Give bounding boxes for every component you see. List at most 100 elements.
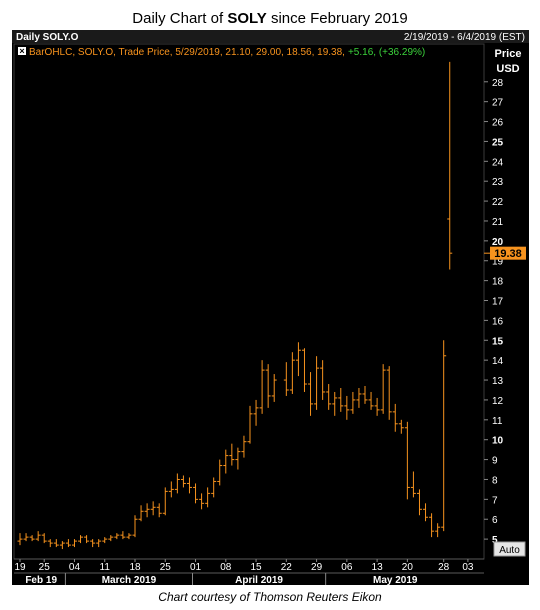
ohlc-bar [392,403,398,432]
ohlc-bar [47,539,53,548]
x-tick-label: 01 [190,562,202,573]
y-tick-label: 23 [492,177,504,188]
y-tick-label: 25 [492,137,504,148]
auto-button-label: Auto [499,545,520,556]
y-tick-label: 16 [492,316,504,327]
ohlc-bar [162,487,168,516]
y-tick-label: 10 [492,436,504,447]
ohlc-bar [71,539,77,548]
month-label: March 2019 [102,575,157,585]
ohlc-bar [168,481,174,498]
y-tick-label: 28 [492,78,504,89]
y-tick-label: 21 [492,217,504,228]
x-tick-label: 13 [372,562,384,573]
last-price-label: 19.38 [494,248,522,260]
x-tick-label: 19 [14,562,26,573]
x-tick-label: 04 [69,562,81,573]
ohlc-bar [186,477,192,494]
panel-name: Daily SOLY.O [16,32,79,43]
ohlc-bar [416,489,422,516]
ohlc-bar [223,449,229,474]
date-range: 2/19/2019 - 6/4/2019 (EST) [404,32,525,43]
legend-change: +5.16, (+36.29%) [348,47,425,58]
ohlc-bar [410,471,416,498]
ohlc-bar [386,366,392,420]
month-label: April 2019 [235,575,283,585]
ohlc-bar [96,539,102,548]
chart-credit: Chart courtesy of Thomson Reuters Eikon [158,590,382,604]
ohlc-bar [247,405,253,444]
x-tick-label: 03 [462,562,474,573]
ohlc-bar [350,391,356,414]
chart-panel: Daily SOLY.O 2/19/2019 - 6/4/2019 (EST) … [12,30,529,585]
axis-title-usd: USD [496,63,519,75]
ohlc-bar [126,533,132,540]
title-suffix: since February 2019 [266,10,408,27]
y-tick-label: 7 [492,495,498,506]
ohlc-bar [429,513,435,538]
ohlc-bar [41,533,47,544]
x-tick-label: 25 [39,562,51,573]
ohlc-bar [404,421,410,500]
ohlc-bar [441,340,447,532]
price-chart: Daily SOLY.O 2/19/2019 - 6/4/2019 (EST) … [12,30,529,585]
ohlc-bar [314,356,320,410]
ohlc-bar [271,374,277,402]
x-tick-label: 06 [341,562,353,573]
x-tick-label: 18 [129,562,141,573]
y-tick-label: 18 [492,277,504,288]
ohlc-bar [84,535,90,544]
ohlc-bar [301,348,307,392]
ohlc-bar [180,475,186,488]
ohlc-bar [259,360,265,414]
legend-close-glyph: × [19,46,24,56]
ohlc-bar [368,391,374,410]
ohlc-bar [344,395,350,420]
x-tick-label: 28 [438,562,450,573]
ohlc-bar [156,503,162,518]
title-ticker: SOLY [227,10,267,27]
ohlc-bar [241,435,247,458]
ohlc-bar [217,459,223,486]
ohlc-bar [229,443,235,466]
axis-title-price: Price [495,48,522,60]
ohlc-bar [193,483,199,504]
y-tick-label: 24 [492,157,504,168]
y-tick-label: 11 [492,416,503,427]
ohlc-bar [289,352,295,394]
y-tick-label: 20 [492,237,504,248]
y-tick-label: 13 [492,376,504,387]
ohlc-bar [362,386,368,404]
ohlc-bar [265,364,271,408]
ohlc-bar [144,503,150,518]
month-label: Feb 19 [25,575,57,585]
x-axis: 19 25 04 11 18 25 01 08 15 22 29 06 13 20 28 03 [14,559,474,573]
ohlc-bar [435,523,441,538]
ohlc-bar [338,387,344,412]
y-axis: 5678910111213141516171819202122232425262… [484,78,504,546]
ohlc-bar [380,364,386,414]
ohlc-bar [356,387,362,408]
ohlc-bar [398,419,404,434]
ohlc-bar [35,531,41,542]
x-tick-label: 29 [311,562,323,573]
ohlc-bar [23,533,29,542]
ohlc-bar [150,501,156,516]
month-label: May 2019 [373,575,418,585]
y-tick-label: 12 [492,396,504,407]
x-tick-label: 15 [250,562,262,573]
y-tick-label: 9 [492,456,498,467]
ohlc-bar [211,477,217,498]
x-tick-label: 25 [160,562,172,573]
ohlc-bar [53,539,59,548]
y-tick-label: 27 [492,98,504,109]
ohlc-bar [120,531,126,540]
y-tick-label: 15 [492,336,504,347]
title-prefix: Daily Chart of [132,10,228,27]
ohlc-bar [447,61,453,270]
x-tick-label: 11 [100,562,111,573]
ohlc-bar [295,342,301,377]
legend: BarOHLC, SOLY.O, Trade Price, 5/29/2019,… [29,47,425,58]
ohlc-bar [29,535,35,542]
ohlc-bar [108,535,114,542]
